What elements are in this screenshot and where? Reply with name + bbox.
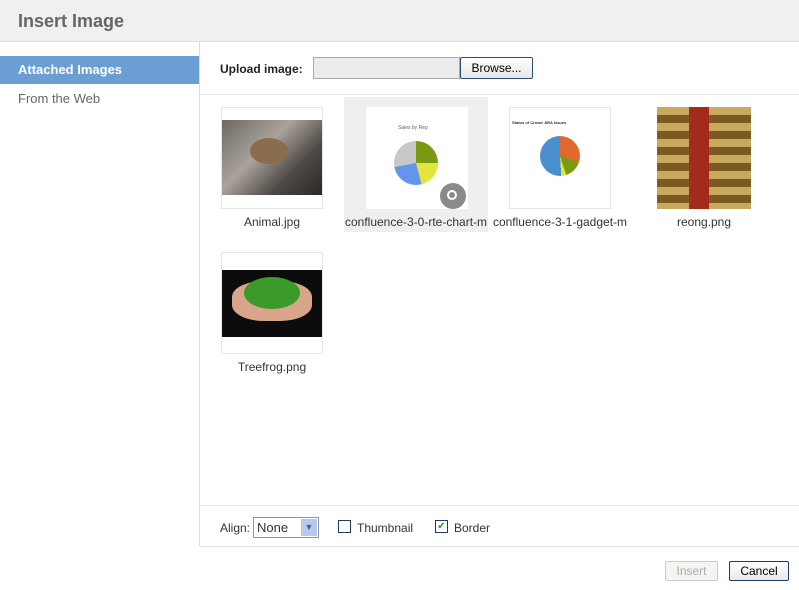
image-name: reong.png [676, 215, 732, 229]
image-thumbnail [653, 107, 755, 209]
border-checkbox[interactable]: ✔ [435, 520, 448, 533]
thumbnail-label[interactable]: Thumbnail [357, 521, 413, 535]
upload-row: Upload image: Browse... [200, 42, 799, 95]
upload-file-input[interactable] [313, 57, 460, 79]
sidebar: Attached Images From the Web [0, 42, 200, 546]
align-select[interactable]: None ▼ [253, 517, 319, 538]
image-thumbnail: Status of Crowd JIRA Issues [509, 107, 611, 209]
align-value: None [257, 520, 289, 535]
sidebar-item-from-the-web[interactable]: From the Web [0, 85, 199, 113]
browse-button[interactable]: Browse... [460, 57, 533, 79]
thumbnail-chart-title: Status of Crowd JIRA Issues [512, 120, 567, 125]
chevron-down-icon[interactable]: ▼ [301, 519, 317, 536]
cancel-button[interactable]: Cancel [729, 561, 789, 581]
image-thumbnail [221, 107, 323, 209]
dialog-title: Insert Image [18, 11, 125, 31]
image-tile-gadget[interactable]: Status of Crowd JIRA Issues confluence-3… [488, 97, 632, 232]
image-tile-reong[interactable]: reong.png [632, 97, 776, 232]
upload-label: Upload image: [220, 62, 303, 76]
image-tile-chart[interactable]: Sales by Rep confluence-3-0-rte-chart-m [344, 97, 488, 232]
sidebar-item-attached-images[interactable]: Attached Images [0, 56, 199, 84]
image-tile-animal[interactable]: Animal.jpg [200, 97, 344, 232]
image-name: Animal.jpg [243, 215, 301, 229]
image-thumbnail: Sales by Rep [366, 107, 468, 209]
zoom-icon[interactable] [447, 190, 457, 200]
image-thumbnail [221, 252, 323, 354]
thumbnail-chart-title: Sales by Rep [398, 125, 428, 131]
image-options: Align: None ▼ Thumbnail ✔ Border [200, 505, 799, 547]
thumbnail-checkbox[interactable] [338, 520, 351, 533]
dialog-header: Insert Image [0, 0, 799, 42]
checkmark-icon: ✔ [437, 521, 446, 532]
image-tile-treefrog[interactable]: Treefrog.png [200, 242, 344, 377]
image-name: confluence-3-1-gadget-m [492, 215, 628, 229]
image-name: Treefrog.png [237, 360, 307, 374]
insert-button[interactable]: Insert [665, 561, 718, 581]
image-name: confluence-3-0-rte-chart-m [344, 215, 488, 229]
border-label[interactable]: Border [454, 521, 490, 535]
align-label: Align: [220, 521, 251, 535]
